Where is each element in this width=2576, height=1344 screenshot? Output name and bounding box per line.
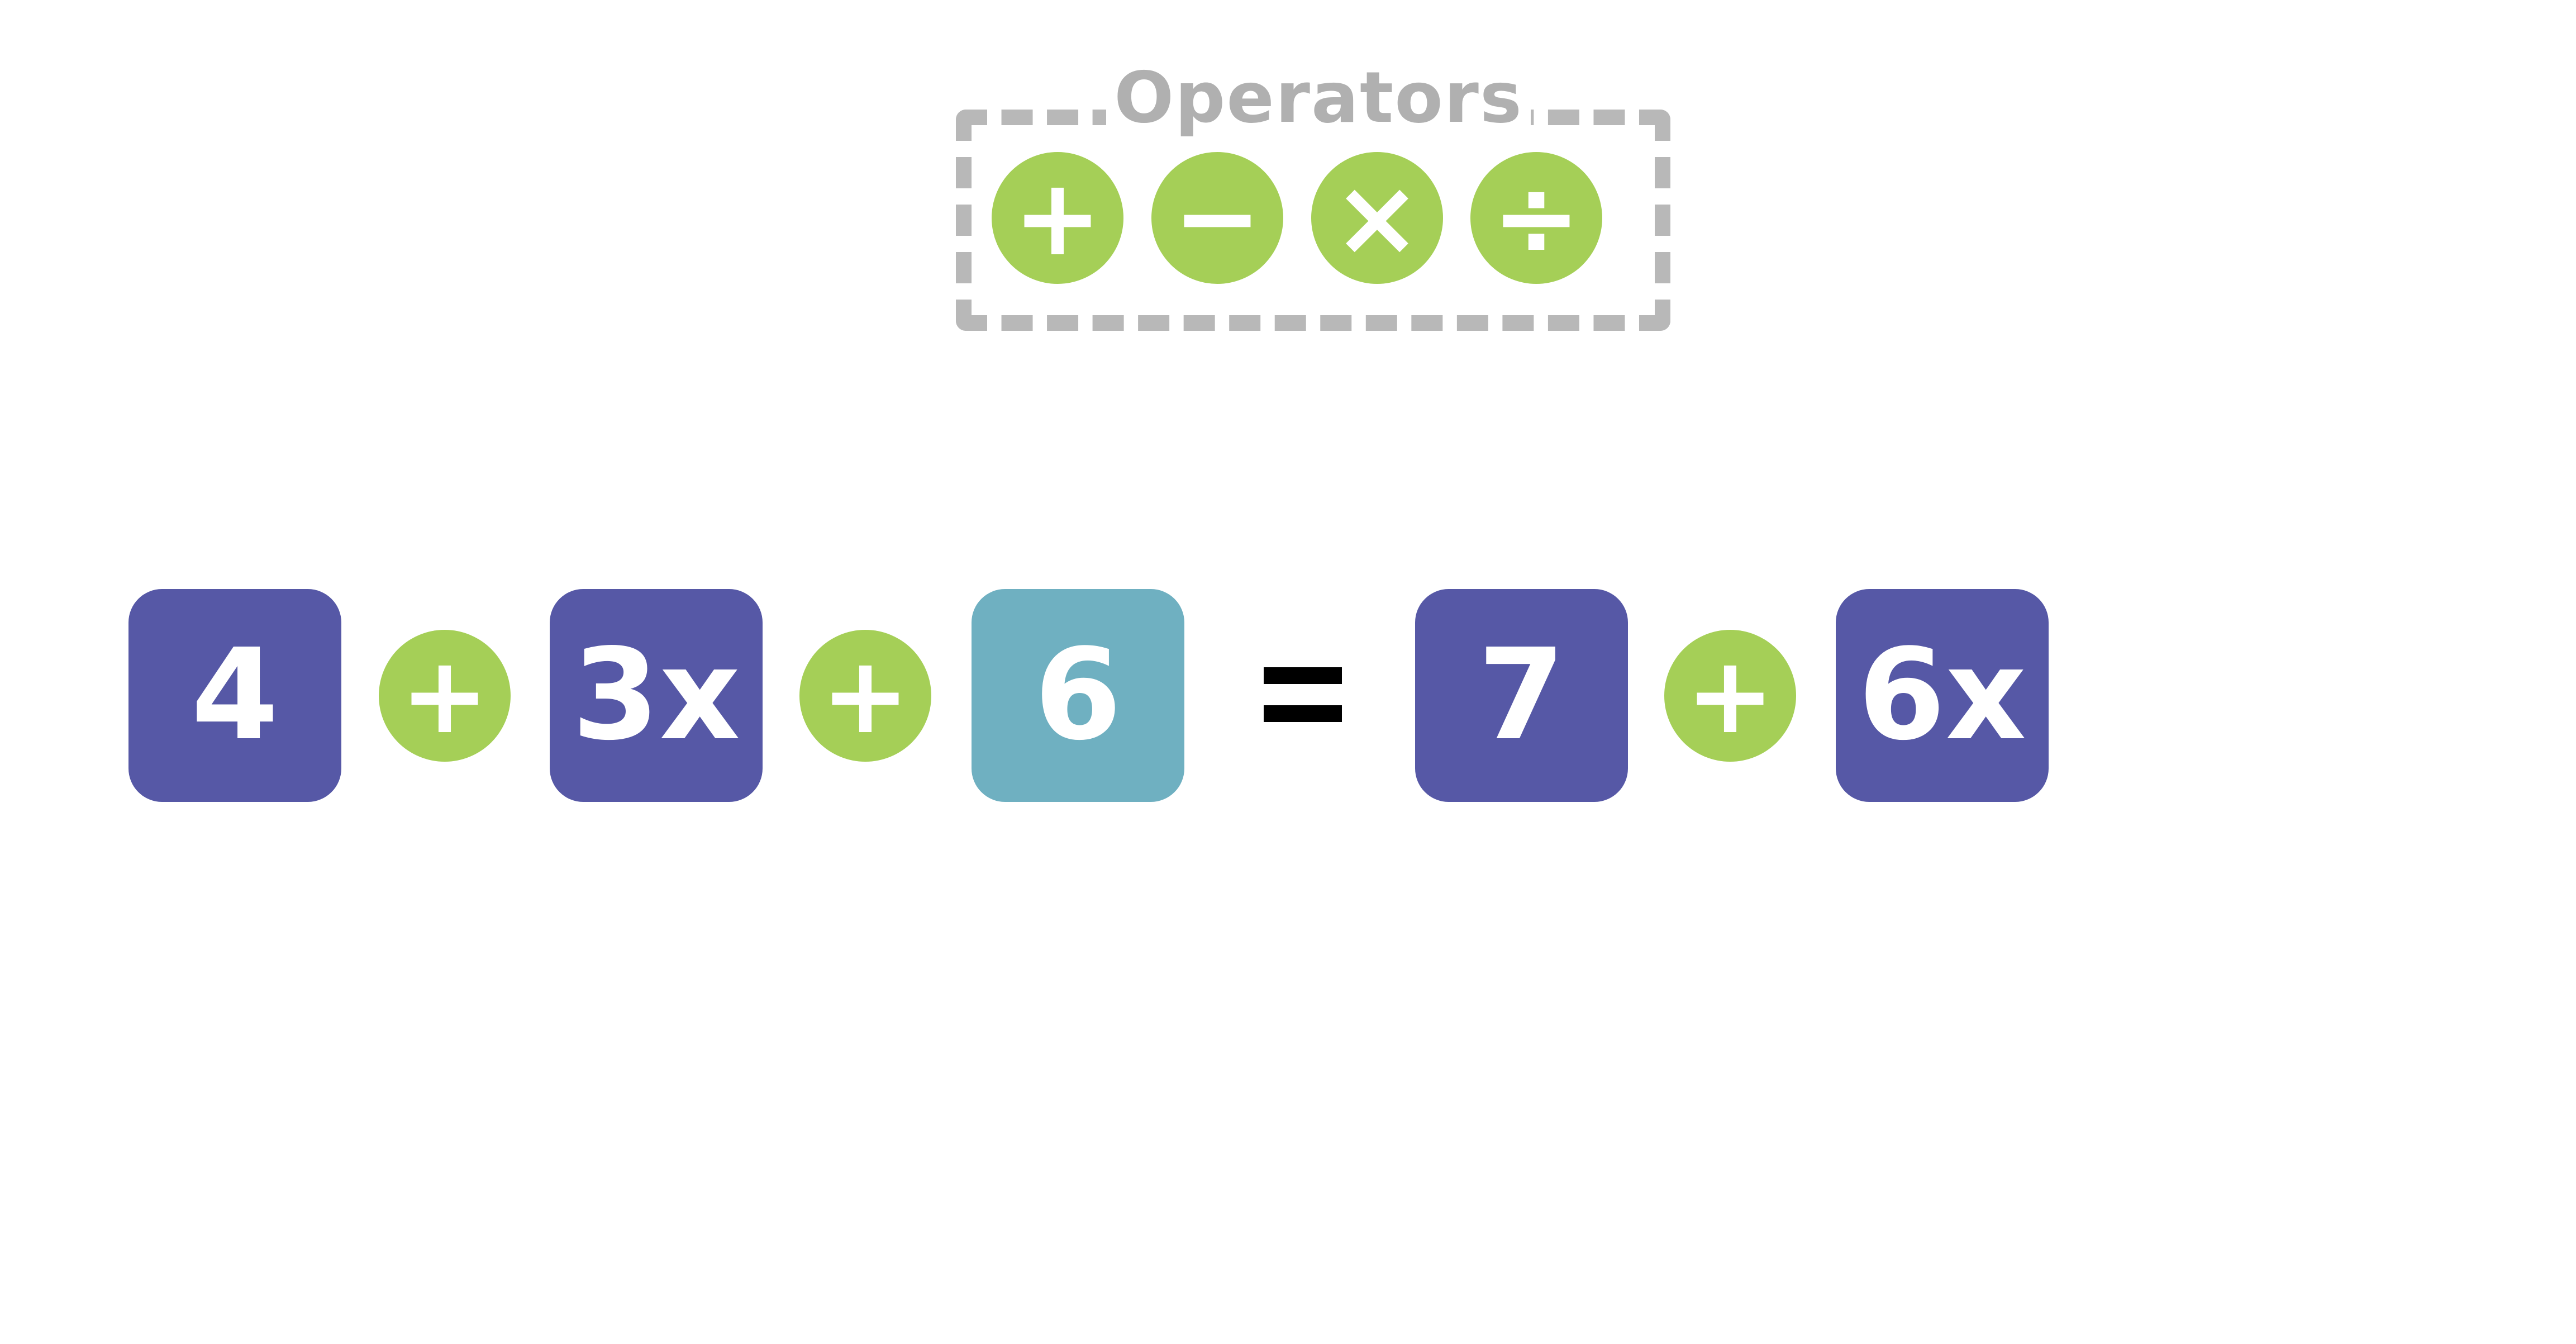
palette-multiply-button[interactable]: × — [1311, 152, 1443, 284]
equals-icon — [1251, 659, 1363, 749]
palette-plus-button[interactable]: + — [992, 152, 1123, 284]
term-tile[interactable]: 3x — [550, 589, 763, 802]
term-tile[interactable]: 6x — [1836, 589, 2049, 802]
palette-title: Operators — [1106, 53, 1531, 143]
plus-icon: + — [1013, 156, 1102, 279]
divide-icon: ÷ — [1492, 156, 1581, 279]
minus-icon: − — [1173, 156, 1262, 279]
palette-minus-button[interactable]: − — [1151, 152, 1283, 284]
operator-plus[interactable]: + — [1664, 630, 1796, 762]
plus-icon: + — [821, 634, 910, 757]
plus-icon: + — [400, 634, 489, 757]
term-tile-highlighted[interactable]: 6 — [972, 589, 1184, 802]
term-tile[interactable]: 4 — [128, 589, 341, 802]
plus-icon: + — [1685, 634, 1775, 757]
multiply-icon: × — [1332, 156, 1422, 279]
term-tile[interactable]: 7 — [1415, 589, 1628, 802]
operator-plus[interactable]: + — [379, 630, 511, 762]
operator-plus[interactable]: + — [799, 630, 931, 762]
palette-divide-button[interactable]: ÷ — [1470, 152, 1602, 284]
